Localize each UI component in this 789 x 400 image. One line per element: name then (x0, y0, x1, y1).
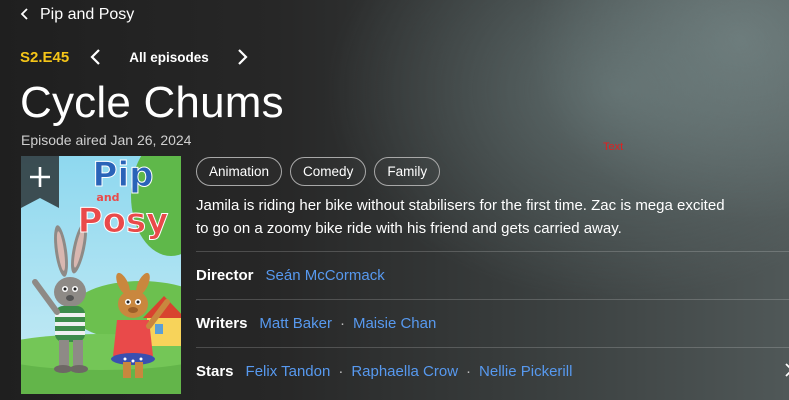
overlay-text-label: Text (603, 141, 624, 153)
genre-chip-comedy[interactable]: Comedy (290, 157, 367, 186)
writers-row: Writers Matt Baker · Maisie Chan (196, 299, 789, 347)
star-name-link[interactable]: Raphaella Crow (351, 363, 458, 380)
plot-summary: Jamila is riding her bike without stabil… (196, 194, 789, 240)
director-row: Director Seán McCormack (196, 251, 789, 299)
stars-row[interactable]: Stars Felix Tandon · Raphaella Crow · Ne… (196, 347, 789, 395)
episode-navigation: S2.E45 All episodes (20, 44, 255, 70)
separator-dot: · (339, 315, 345, 332)
star-name-link[interactable]: Nellie Pickerill (479, 363, 572, 380)
chevron-left-icon (20, 7, 30, 24)
writer-name-link[interactable]: Matt Baker (259, 315, 332, 332)
star-name-link[interactable]: Felix Tandon (246, 363, 331, 380)
add-to-watchlist-button[interactable] (21, 156, 59, 208)
director-name-link[interactable]: Seán McCormack (266, 267, 385, 284)
chevron-left-icon (90, 49, 100, 65)
air-date: Episode aired Jan 26, 2024 (21, 132, 192, 148)
genre-chip-animation[interactable]: Animation (196, 157, 283, 186)
genre-chip-family[interactable]: Family (374, 157, 441, 186)
episode-title: Cycle Chums (20, 78, 284, 127)
chevron-right-icon (237, 49, 248, 65)
director-label: Director (196, 267, 254, 284)
plot-line-1: Jamila is riding her bike without stabil… (196, 197, 725, 214)
separator-dot: · (466, 363, 472, 380)
writer-name-link[interactable]: Maisie Chan (353, 315, 436, 332)
genre-chips: Animation Comedy Family (196, 157, 441, 186)
writers-label: Writers (196, 315, 248, 332)
all-episodes-link[interactable]: All episodes (129, 50, 209, 65)
episode-poster[interactable]: Pip and Posy (21, 156, 181, 394)
bookmark-ribbon-icon (21, 156, 59, 208)
previous-episode-button[interactable] (83, 45, 107, 69)
plot-line-2: to go on a zoomy bike ride with his frie… (196, 220, 622, 237)
back-link[interactable]: Pip and Posy (20, 4, 134, 26)
chevron-right-icon[interactable] (785, 363, 789, 382)
next-episode-button[interactable] (231, 45, 255, 69)
episode-code: S2.E45 (20, 48, 70, 66)
series-title-link[interactable]: Pip and Posy (40, 6, 134, 24)
separator-dot: · (338, 363, 344, 380)
stars-label: Stars (196, 363, 234, 380)
